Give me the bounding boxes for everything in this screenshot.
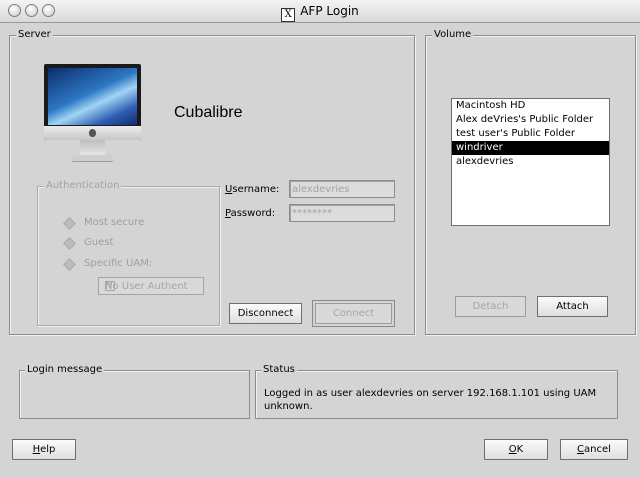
volume-list[interactable]: Macintosh HD Alex deVries's Public Folde… [451, 98, 610, 226]
authentication-group-label: Authentication [44, 180, 122, 191]
window-title: X AFP Login [0, 4, 640, 22]
afp-login-window: X AFP Login Server Cubalibre Authenticati… [0, 0, 640, 478]
dropdown-arrow-icon: ∀ [105, 281, 115, 291]
server-name: Cubalibre [174, 104, 243, 121]
connect-button[interactable]: Connect [312, 300, 395, 327]
help-button[interactable]: Help [12, 439, 76, 460]
username-label: Username: [225, 184, 280, 195]
ok-button[interactable]: OK [484, 439, 548, 460]
detach-button[interactable]: Detach [455, 296, 526, 317]
volume-item-alexdevries[interactable]: alexdevries [452, 155, 609, 169]
cancel-button[interactable]: Cancel [560, 439, 628, 460]
uam-select[interactable]: No User Authent ∀ [98, 277, 204, 295]
password-field[interactable] [289, 204, 395, 222]
volume-item-windriver[interactable]: windriver [452, 141, 609, 155]
status-label: Status [261, 364, 297, 375]
server-group-label: Server [16, 29, 53, 40]
title-bar[interactable]: X AFP Login [0, 0, 640, 23]
authentication-group: Authentication [37, 180, 220, 326]
attach-button[interactable]: Attach [537, 296, 608, 317]
password-label: Password: [225, 208, 276, 219]
window-title-text: AFP Login [300, 4, 359, 18]
volume-item-alex-public-folder[interactable]: Alex deVries's Public Folder [452, 113, 609, 127]
volume-group-label: Volume [432, 29, 474, 40]
disconnect-button[interactable]: Disconnect [229, 303, 302, 324]
computer-icon [44, 64, 141, 164]
uam-select-value: No User Authent [105, 281, 188, 292]
x11-icon: X [281, 8, 296, 22]
username-field[interactable] [289, 180, 395, 198]
login-message-label: Login message [25, 364, 105, 375]
volume-item-macintosh-hd[interactable]: Macintosh HD [452, 99, 609, 113]
volume-item-test-user-public-folder[interactable]: test user's Public Folder [452, 127, 609, 141]
login-message-pane: Login message [19, 364, 250, 419]
status-text: Logged in as user alexdevries on server … [264, 388, 597, 412]
